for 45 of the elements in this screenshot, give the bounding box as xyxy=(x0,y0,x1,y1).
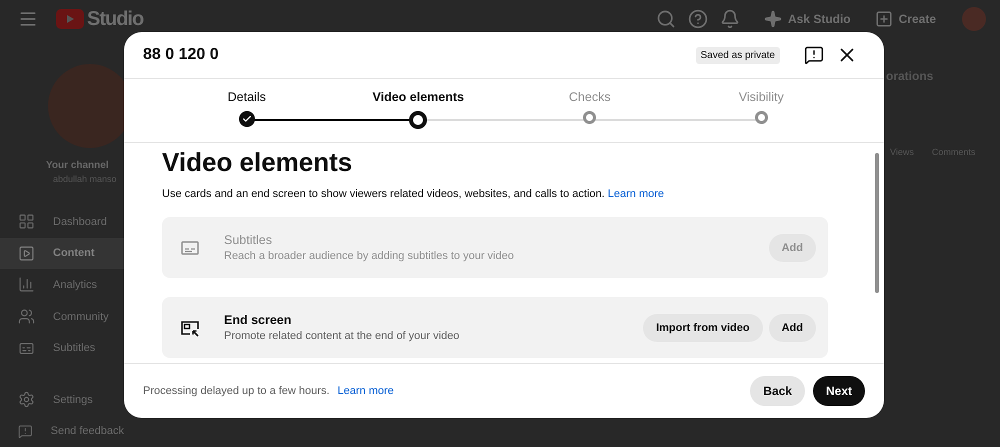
video-library-icon xyxy=(18,244,35,262)
next-button[interactable]: Next xyxy=(812,376,865,406)
bar-chart-icon xyxy=(18,276,35,294)
create-button[interactable]: Create xyxy=(898,12,936,26)
card-title: End screen xyxy=(224,313,292,327)
card-description: Promote related content at the end of your video xyxy=(224,330,460,342)
card-description: Reach a broader audience by adding subtitles to your video xyxy=(224,250,515,262)
card-title: Subtitles xyxy=(224,233,273,247)
search-icon[interactable] xyxy=(656,9,676,29)
settings-icon xyxy=(18,391,35,408)
logo-text: Studio xyxy=(87,8,144,30)
step-tab[interactable]: Checks xyxy=(568,90,611,108)
learn-more-link[interactable]: Learn more xyxy=(608,188,664,200)
sidebar-item[interactable]: Dashboard xyxy=(0,206,124,238)
feedback-icon xyxy=(18,422,33,440)
people-icon xyxy=(18,308,35,326)
intro-text: Use cards and an end screen to show viewers related videos, websites, and calls to action. Learn more xyxy=(162,188,666,200)
step-marker xyxy=(754,111,768,124)
sidebar-item[interactable]: Settings xyxy=(0,384,124,416)
back-button[interactable]: Back xyxy=(750,376,805,406)
processing-note: Processing delayed up to a few hours. xyxy=(143,385,330,397)
section-heading: Video elements xyxy=(162,147,354,178)
ask-studio-button[interactable]: Ask Studio xyxy=(788,12,851,26)
step-tab[interactable]: Details xyxy=(228,90,266,108)
dashboard-icon xyxy=(18,213,35,230)
channel-label: Your channel xyxy=(46,160,110,171)
learn-more-link[interactable]: Learn more xyxy=(338,385,394,397)
card-button[interactable]: Import from video xyxy=(643,314,763,342)
sparkle-icon xyxy=(764,10,782,28)
step-tab[interactable]: Visibility xyxy=(738,90,784,108)
step-tab[interactable]: Video elements xyxy=(372,90,464,108)
help-icon[interactable] xyxy=(688,9,708,29)
create-icon xyxy=(874,10,893,28)
sidebar-item[interactable]: Community xyxy=(0,300,124,332)
bell-icon[interactable] xyxy=(720,9,740,29)
card-button[interactable]: Add xyxy=(768,314,816,342)
sidebar-item[interactable]: Analytics xyxy=(0,269,124,301)
logo-icon xyxy=(56,9,84,29)
feedback-icon[interactable] xyxy=(804,45,824,65)
saved-status-badge: Saved as private xyxy=(696,46,780,64)
sidebar-item[interactable]: Content xyxy=(0,238,124,270)
sidebar-item[interactable]: Subtitles xyxy=(0,332,124,364)
dialog-title: 88 0 120 0 xyxy=(143,46,220,64)
sidebar-item[interactable]: Send feedback xyxy=(0,415,124,447)
step-marker xyxy=(583,111,596,124)
